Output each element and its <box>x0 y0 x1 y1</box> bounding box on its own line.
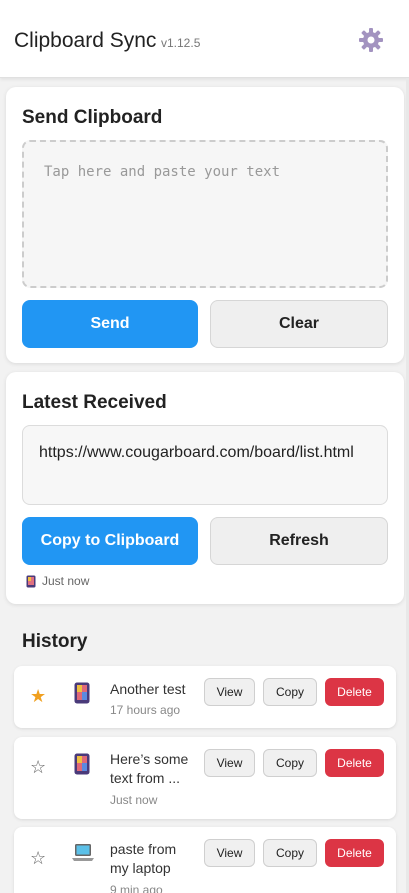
paste-input[interactable] <box>22 140 388 288</box>
history-item-text: Here’s some text from ... <box>110 751 189 786</box>
phone-icon <box>26 575 36 587</box>
send-clipboard-card: Send Clipboard Send Clear <box>6 87 404 363</box>
delete-button[interactable]: Delete <box>325 678 384 706</box>
delete-button[interactable]: Delete <box>325 749 384 777</box>
latest-received-card: Latest Received https://www.cougarboard.… <box>6 372 404 604</box>
history-item-time: 17 hours ago <box>110 703 181 717</box>
copy-button[interactable]: Copy <box>263 678 317 706</box>
history-item: ★ Another test 17 hours ago View Copy De… <box>14 666 396 728</box>
received-card-title: Latest Received <box>22 392 167 413</box>
history-item-text: paste from my laptop <box>110 841 177 876</box>
history-item: ☆ Here’s some text from ... Just now Vie… <box>14 737 396 819</box>
laptop-icon <box>72 844 94 861</box>
app-version: v1.12.5 <box>161 36 201 50</box>
clear-button[interactable]: Clear <box>210 300 388 348</box>
send-card-title: Send Clipboard <box>22 107 163 128</box>
history-item: ☆ paste from my laptop 9 min ago View Co… <box>14 827 396 893</box>
view-button[interactable]: View <box>204 749 255 777</box>
history-item-text: Another test <box>110 681 186 697</box>
star-outline-icon[interactable]: ☆ <box>30 757 46 778</box>
history-item-time: 9 min ago <box>110 883 163 893</box>
copy-button[interactable]: Copy <box>263 839 317 867</box>
phone-icon <box>74 753 90 775</box>
copy-to-clipboard-button[interactable]: Copy to Clipboard <box>22 517 198 565</box>
app-title: Clipboard Sync <box>14 29 157 52</box>
copy-button[interactable]: Copy <box>263 749 317 777</box>
view-button[interactable]: View <box>204 839 255 867</box>
received-time: Just now <box>42 574 90 588</box>
phone-icon <box>74 682 90 704</box>
refresh-button[interactable]: Refresh <box>210 517 388 565</box>
received-meta: Just now <box>26 574 89 588</box>
view-button[interactable]: View <box>204 678 255 706</box>
received-content: https://www.cougarboard.com/board/list.h… <box>22 425 388 505</box>
delete-button[interactable]: Delete <box>325 839 384 867</box>
star-filled-icon[interactable]: ★ <box>30 686 46 707</box>
history-title: History <box>22 631 88 652</box>
send-button[interactable]: Send <box>22 300 198 348</box>
gear-icon[interactable] <box>357 26 385 54</box>
app-header: Clipboard Sync v1.12.5 <box>0 0 409 78</box>
history-item-time: Just now <box>110 793 158 807</box>
star-outline-icon[interactable]: ☆ <box>30 848 46 869</box>
